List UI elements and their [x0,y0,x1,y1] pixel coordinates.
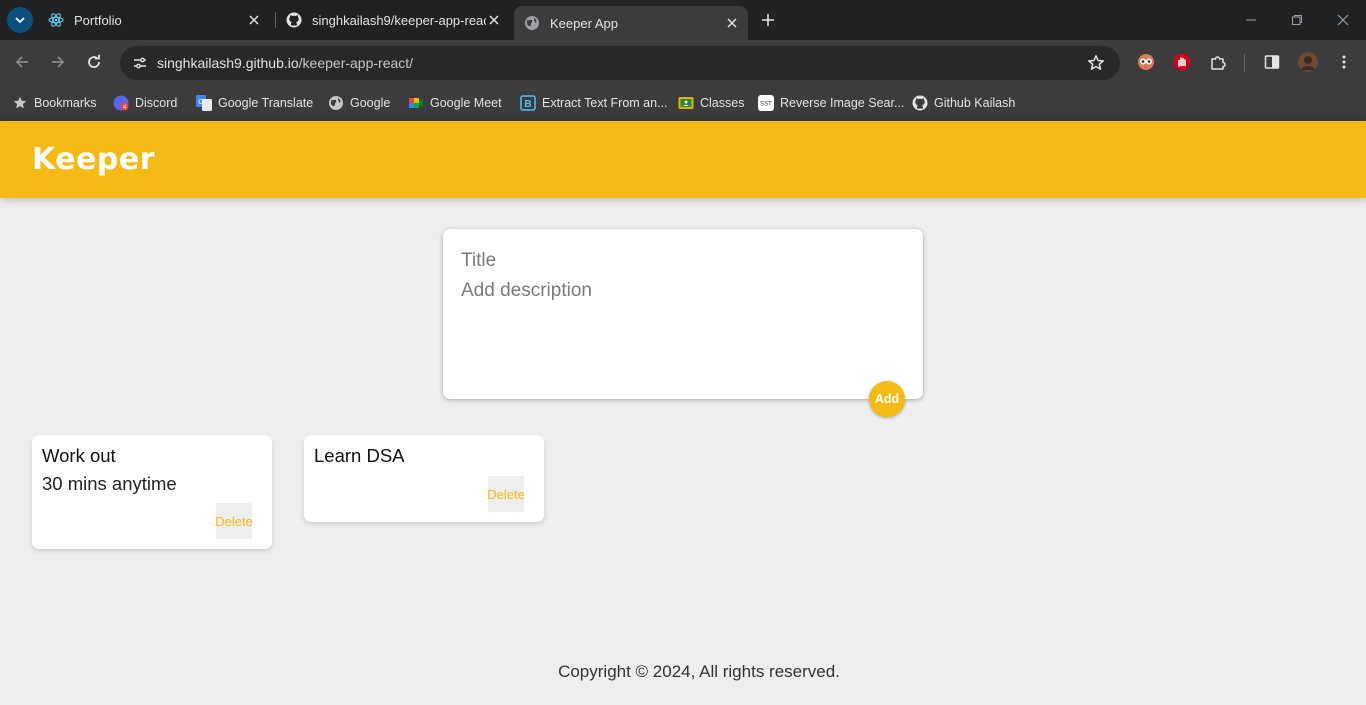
bookmark-label: Reverse Image Sear... [780,96,905,110]
star-icon [12,95,28,111]
svg-text:G: G [198,99,203,106]
globe-icon [524,15,540,31]
close-icon[interactable] [246,12,262,28]
tab-title: singhkailash9/keeper-app-react [312,12,486,28]
delete-note-button[interactable]: Delete [215,503,253,539]
bookmark-item[interactable]: B Extract Text From an... [520,92,668,114]
restore-button[interactable] [1287,10,1307,30]
extensions-puzzle-icon[interactable] [1208,52,1228,72]
bookmark-label: Extract Text From an... [542,96,668,110]
app-header: Keeper [0,121,1366,198]
close-icon[interactable] [486,12,502,28]
restore-icon [1292,15,1302,25]
menu-kebab-icon[interactable] [1334,52,1354,72]
bookmark-item[interactable]: Google [328,92,390,114]
app-title: Keeper [32,142,156,177]
add-note-button[interactable]: Add [869,381,905,417]
close-icon[interactable] [724,15,740,31]
site-settings-icon[interactable] [128,51,152,75]
arrow-left-icon [15,56,28,68]
github-icon [286,12,302,28]
sst-icon: SST [758,95,774,111]
bookmark-label: Discord [135,96,178,110]
meet-icon [408,95,424,111]
chevron-down-icon [15,17,25,24]
note-card: Learn DSA Delete [304,435,544,522]
address-bar[interactable]: singhkailash9.github.io/keeper-app-react… [120,46,1120,80]
forward-button[interactable] [47,51,69,73]
side-panel-icon[interactable] [1262,52,1282,72]
back-button[interactable] [11,51,33,73]
svg-text:SST: SST [760,102,772,108]
new-tab-button[interactable] [757,9,779,31]
reload-button[interactable] [83,51,105,73]
globe-icon [328,95,344,111]
bookmark-label: Classes [700,96,745,110]
bookmarks-bar: Bookmarks 4 Discord G Google Translate G… [0,85,1366,121]
toolbar-divider [1244,54,1245,72]
tab-keeper-app[interactable]: Keeper App [514,6,748,40]
url-host: singhkailash9.github.io [157,55,299,71]
url-text: singhkailash9.github.io/keeper-app-react… [157,55,413,71]
bookmark-item[interactable]: Classes [678,92,744,114]
extract-text-icon: B [520,95,536,111]
bookmark-item[interactable]: G Google Translate [196,92,313,114]
delete-note-button[interactable]: Delete [487,476,525,512]
minimize-icon [1246,19,1256,21]
react-icon [48,12,64,28]
reload-icon [88,54,100,68]
minimize-button[interactable] [1241,10,1261,30]
bookmark-star-icon[interactable] [1086,53,1106,73]
tab-search-button[interactable] [7,7,33,33]
bookmark-item[interactable]: 4 Discord [113,92,177,114]
extension-owl-icon[interactable] [1136,52,1156,72]
tab-github[interactable]: singhkailash9/keeper-app-react [276,0,510,40]
browser-toolbar: singhkailash9.github.io/keeper-app-react… [0,40,1366,85]
footer: Copyright © 2024, All rights reserved. [0,662,1366,682]
tab-title: Portfolio [74,12,122,28]
bookmark-label: Google Meet [430,96,502,110]
plus-icon [762,14,774,26]
note-content: 30 mins anytime [42,473,177,494]
translate-icon: G [196,95,212,111]
tab-portfolio[interactable]: Portfolio [38,0,270,40]
bookmark-item[interactable]: Google Meet [408,92,502,114]
window-close-button[interactable] [1333,10,1353,30]
profile-avatar[interactable] [1298,52,1318,72]
note-title: Learn DSA [314,445,405,466]
classroom-icon [678,95,694,111]
note-card: Work out 30 mins anytime Delete [32,435,272,549]
tab-title: Keeper App [550,15,618,31]
bookmark-label: Bookmarks [34,96,97,110]
url-path: /keeper-app-react/ [298,55,414,71]
bookmark-label: Github Kailash [934,96,1016,110]
note-description-input[interactable] [461,280,901,340]
discord-icon: 4 [113,95,129,111]
bookmark-item[interactable]: SST Reverse Image Sear... [758,92,904,114]
note-title-input[interactable] [461,249,901,273]
github-icon [912,95,928,111]
extension-hand-icon[interactable] [1172,52,1192,72]
tab-strip: Portfolio singhkailash9/keeper-app-react… [0,0,1366,40]
bookmark-item[interactable]: Github Kailash [912,92,1015,114]
arrow-right-icon [52,56,65,68]
bookmark-label: Google [350,96,391,110]
bookmark-label: Google Translate [218,96,314,110]
note-title: Work out [42,445,116,466]
copyright-text: Copyright © 2024, All rights reserved. [558,662,840,681]
svg-text:B: B [524,99,531,110]
close-icon [1337,14,1349,26]
create-note-form [443,229,923,399]
bookmark-item[interactable]: Bookmarks [12,92,97,114]
